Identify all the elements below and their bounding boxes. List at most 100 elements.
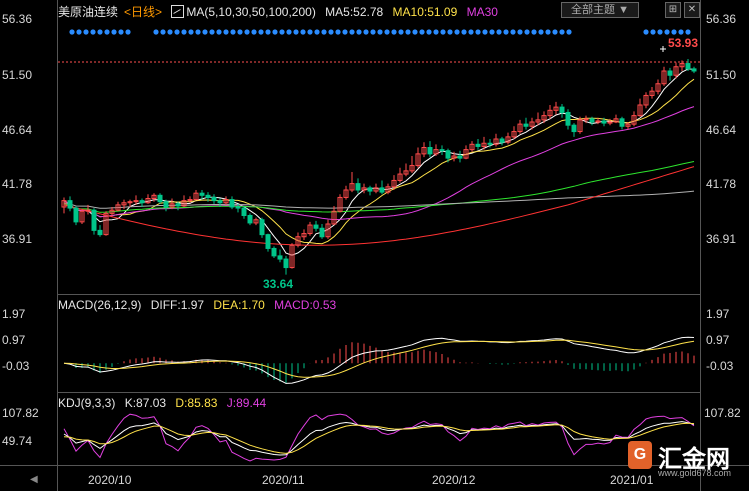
event-dot xyxy=(321,29,327,35)
macd-panel xyxy=(63,336,695,384)
candle xyxy=(157,193,163,204)
current-price-marker xyxy=(660,46,666,52)
candle xyxy=(379,180,385,195)
event-dot xyxy=(356,29,362,35)
candle xyxy=(415,147,421,168)
candle xyxy=(403,163,409,177)
candle xyxy=(349,171,355,193)
scroll-left-arrow-icon[interactable]: ◀ xyxy=(30,474,38,485)
candle xyxy=(211,194,217,204)
candle xyxy=(409,156,415,173)
event-dot xyxy=(363,29,369,35)
kdj-tick-right-0: 107.82 xyxy=(704,406,741,420)
candle xyxy=(361,183,367,194)
candle-body xyxy=(319,227,325,238)
event-dot xyxy=(517,29,523,35)
candle xyxy=(289,243,295,269)
candle xyxy=(79,209,85,224)
candle xyxy=(343,185,349,200)
macd-header: MACD(26,12,9) DIFF:1.97 DEA:1.70 MACD:0.… xyxy=(58,298,342,312)
kdj-d: D:85.83 xyxy=(175,396,218,410)
candle-body xyxy=(619,118,625,127)
candle xyxy=(265,233,271,252)
y-tick-left-1: 51.50 xyxy=(2,68,33,82)
candle xyxy=(547,105,553,119)
event-dot xyxy=(335,29,341,35)
theme-dropdown-label: 全部主题 xyxy=(571,4,616,16)
candle xyxy=(193,190,199,201)
candle-body xyxy=(523,123,529,127)
candle-body xyxy=(589,118,595,123)
gold678-logo: G 汇金网 www.gold678.com xyxy=(628,437,744,481)
macd-dea: DEA:1.70 xyxy=(213,298,265,312)
ma30-value: MA30 xyxy=(466,5,498,19)
event-dot xyxy=(419,29,425,35)
event-dot xyxy=(461,29,467,35)
event-dot xyxy=(153,29,159,35)
candle xyxy=(661,66,667,86)
kdj-panel xyxy=(63,413,695,462)
y-tick-right-3: 41.78 xyxy=(706,177,737,191)
candle xyxy=(331,205,337,226)
event-dot xyxy=(237,29,243,35)
macd-dea-line xyxy=(63,339,695,378)
event-dot xyxy=(426,29,432,35)
ma-setting-label[interactable]: MA(5,10,30,50,100,200) xyxy=(186,5,315,19)
candle-body xyxy=(691,68,697,72)
low-price-label: 33.64 xyxy=(263,277,294,291)
macd-name[interactable]: MACD(26,12,9) xyxy=(58,298,141,312)
event-dot xyxy=(272,29,278,35)
event-dot xyxy=(503,29,509,35)
ma-settings-icon[interactable] xyxy=(171,5,185,18)
candle xyxy=(619,116,625,130)
event-dot xyxy=(482,29,488,35)
event-dot xyxy=(300,29,306,35)
kdj-header: KDJ(9,3,3) K:87.03 D:85.83 J:89.44 xyxy=(58,396,272,410)
event-dot-row xyxy=(69,29,691,35)
kline-chart[interactable] xyxy=(0,0,749,491)
event-dot xyxy=(265,29,271,35)
candle-body xyxy=(355,183,361,191)
main-indicator-header: 美原油连续 <日线> MA(5,10,30,50,100,200) MA5:52.… xyxy=(58,3,504,20)
event-dot xyxy=(559,29,565,35)
candle xyxy=(397,167,403,183)
period-label[interactable]: <日线> xyxy=(124,5,162,19)
event-dot xyxy=(433,29,439,35)
candle-body xyxy=(241,207,247,216)
event-dot xyxy=(643,29,649,35)
candle xyxy=(571,123,577,137)
theme-dropdown[interactable]: 全部主题 ▼ xyxy=(561,2,639,18)
y-tick-right-0: 56.36 xyxy=(706,12,737,26)
event-dot xyxy=(524,29,530,35)
candle xyxy=(565,109,571,130)
event-dot xyxy=(545,29,551,35)
kdj-name[interactable]: KDJ(9,3,3) xyxy=(58,396,115,410)
event-dot xyxy=(90,29,96,35)
macd-tick-right-0: 1.97 xyxy=(706,307,730,321)
event-dot xyxy=(538,29,544,35)
candle-body xyxy=(259,219,265,236)
y-tick-left-3: 41.78 xyxy=(2,177,33,191)
candle-body xyxy=(499,138,505,143)
event-dot xyxy=(209,29,215,35)
candle-body xyxy=(565,111,571,126)
candle xyxy=(139,198,145,207)
event-dot xyxy=(314,29,320,35)
event-dot xyxy=(377,29,383,35)
candle-body xyxy=(685,63,691,70)
candle xyxy=(553,101,559,115)
event-dot xyxy=(279,29,285,35)
candle xyxy=(505,132,511,145)
event-dot xyxy=(181,29,187,35)
candle xyxy=(499,136,505,146)
y-tick-left-0: 56.36 xyxy=(2,12,33,26)
layout-icon[interactable]: ⊞ xyxy=(665,2,681,18)
candle xyxy=(643,92,649,109)
candle xyxy=(247,213,253,226)
candle xyxy=(229,196,235,210)
candle xyxy=(91,208,97,235)
candle-body xyxy=(247,215,253,224)
event-dot xyxy=(174,29,180,35)
ma10-value: MA10:51.09 xyxy=(392,5,458,19)
close-icon[interactable]: ✕ xyxy=(684,2,700,18)
